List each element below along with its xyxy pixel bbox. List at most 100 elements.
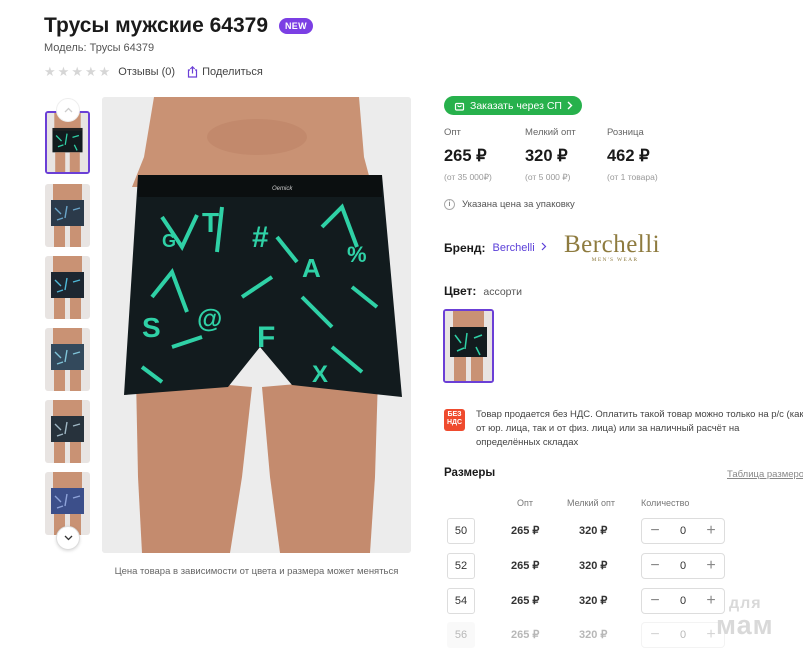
reviews-link[interactable]: Отзывы (0)	[118, 66, 175, 78]
color-swatch-assorted[interactable]	[443, 309, 494, 383]
minus-button[interactable]: −	[648, 593, 662, 609]
svg-text:#: #	[252, 221, 269, 254]
quantity-input[interactable]: 0	[680, 560, 686, 572]
size-opt-price: 265 ₽	[511, 560, 540, 572]
color-label: Цвет:	[444, 284, 477, 298]
plus-button[interactable]: +	[704, 558, 718, 574]
sizes-title: Размеры	[444, 467, 496, 479]
thumbnail-image	[45, 328, 90, 391]
chevron-right-icon	[541, 242, 547, 251]
star-icon: ★	[57, 64, 70, 79]
price-disclaimer: Цена товара в зависимости от цвета и раз…	[114, 566, 399, 577]
star-icon: ★	[98, 64, 111, 79]
minus-button[interactable]: −	[648, 523, 662, 539]
info-icon: i	[444, 199, 455, 210]
quantity-input[interactable]: 0	[680, 595, 686, 607]
column-header-opt: Опт	[517, 498, 533, 508]
quantity-stepper: − 0 +	[641, 553, 725, 579]
svg-text:Oemick: Oemick	[272, 186, 293, 192]
vat-notice: Товар продается без НДС. Оплатить такой …	[476, 409, 803, 448]
order-button-label: Заказать через СП	[470, 99, 562, 112]
size-small-opt-price: 320 ₽	[579, 629, 608, 641]
new-badge: NEW	[279, 18, 313, 34]
share-label: Поделиться	[202, 65, 263, 78]
swatch-image	[445, 311, 492, 381]
brand-link[interactable]: Berchelli	[493, 242, 547, 254]
price-note: (от 35 000₽)	[444, 172, 492, 182]
order-via-sp-button[interactable]: Заказать через СП	[444, 96, 582, 115]
plus-button[interactable]: +	[704, 523, 718, 539]
rating-row: ★ ★ ★ ★ ★ Отзывы (0) Поделиться	[44, 65, 263, 78]
thumbnail-image	[45, 400, 90, 463]
price-label: Опт	[444, 127, 461, 138]
brand-logo[interactable]: Berchelli MEN'S WEAR	[564, 231, 674, 265]
product-model: Модель: Трусы 64379	[44, 42, 155, 54]
brand-logo-word: Berchelli	[564, 231, 661, 258]
thumbnail-image	[45, 184, 90, 247]
size-small-opt-price: 320 ₽	[579, 595, 608, 607]
thumbnail-5[interactable]	[45, 400, 90, 463]
svg-text:@: @	[197, 303, 222, 333]
column-header-qty: Количество	[641, 498, 690, 508]
price-label: Мелкий опт	[525, 127, 576, 138]
star-icon: ★	[71, 64, 83, 79]
svg-text:G: G	[162, 231, 176, 251]
main-product-image[interactable]: Oemick T # A @ F % S X G	[102, 97, 411, 553]
chevron-down-icon	[64, 535, 72, 541]
product-photo: Oemick T # A @ F % S X G	[102, 97, 411, 553]
size-opt-price: 265 ₽	[511, 629, 540, 641]
price-note: (от 1 товара)	[607, 172, 658, 182]
price-note: (от 5 000 ₽)	[525, 172, 571, 182]
price-retail: Розница 462 ₽ (от 1 товара)	[607, 127, 658, 182]
quantity-stepper: − 0 +	[641, 588, 725, 614]
brand-name: Berchelli	[492, 242, 535, 254]
color-row: Цвет: ассорти	[444, 284, 522, 298]
site-watermark: для мам	[716, 596, 774, 640]
size-row: 50 265 ₽ 320 ₽ − 0 +	[444, 518, 744, 544]
price-small-wholesale: Мелкий опт 320 ₽ (от 5 000 ₽)	[525, 127, 576, 183]
chevron-right-icon	[567, 101, 573, 110]
star-icon: ★	[44, 64, 56, 79]
thumbnail-gallery	[44, 98, 92, 550]
size-row: 52 265 ₽ 320 ₽ − 0 +	[444, 553, 744, 579]
price-label: Розница	[607, 127, 644, 138]
size-opt-price: 265 ₽	[511, 525, 540, 537]
star-icon: ★	[84, 64, 97, 79]
size-chart-link[interactable]: Таблица размеров	[727, 469, 803, 480]
svg-text:%: %	[347, 242, 367, 267]
thumbnail-3[interactable]	[45, 256, 90, 319]
product-title: Трусы мужские 64379	[44, 14, 268, 37]
thumbs-scroll-up-button[interactable]	[56, 98, 80, 122]
size-small-opt-price: 320 ₽	[579, 560, 608, 572]
chevron-up-icon	[64, 107, 72, 113]
size-value[interactable]: 52	[447, 553, 475, 579]
svg-text:F: F	[257, 321, 275, 354]
rating-stars[interactable]: ★ ★ ★ ★ ★	[44, 65, 110, 78]
quantity-input: 0	[679, 629, 687, 641]
size-row: 56 265 ₽ 320 ₽ − 0 +	[444, 622, 744, 648]
price-value: 265 ₽	[444, 147, 487, 165]
share-button[interactable]: Поделиться	[187, 65, 263, 78]
svg-text:A: A	[302, 253, 321, 283]
size-value: 56	[447, 622, 475, 648]
price-value: 462 ₽	[607, 147, 650, 165]
svg-text:T: T	[202, 207, 219, 238]
column-header-small-opt: Мелкий опт	[567, 498, 616, 508]
thumbnail-2[interactable]	[45, 184, 90, 247]
size-small-opt-price: 320 ₽	[579, 525, 608, 537]
pack-note-text: Указана цена за упаковку	[462, 199, 575, 210]
size-value[interactable]: 54	[447, 588, 475, 614]
thumbnail-4[interactable]	[45, 328, 90, 391]
thumbs-scroll-down-button[interactable]	[56, 526, 80, 550]
vat-badge-line: БЕЗ	[447, 411, 462, 418]
minus-button[interactable]: −	[648, 558, 662, 574]
size-value[interactable]: 50	[447, 518, 475, 544]
title-row: Трусы мужские 64379 NEW	[44, 14, 313, 38]
watermark-line: мам	[716, 610, 774, 640]
brand-label: Бренд:	[444, 241, 486, 255]
quantity-input[interactable]: 0	[680, 525, 686, 537]
quantity-stepper: − 0 +	[641, 622, 725, 648]
minus-button: −	[650, 626, 660, 643]
cart-icon	[454, 102, 465, 111]
brand-row: Бренд: Berchelli	[444, 241, 547, 255]
